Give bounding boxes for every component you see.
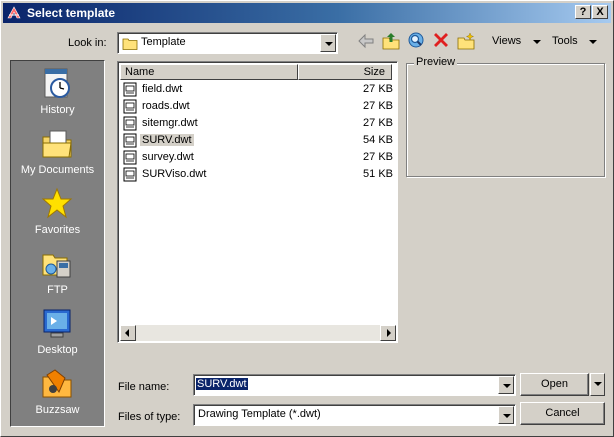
file-row-selected[interactable]: SURV.dwt 54 KB [123, 132, 393, 149]
file-row[interactable]: survey.dwt 27 KB [123, 149, 393, 166]
file-name: sitemgr.dwt [142, 117, 198, 129]
place-desktop[interactable]: Desktop [11, 301, 104, 361]
file-name-dropdown-arrow[interactable] [498, 376, 514, 394]
place-label-ftp: FTP [47, 284, 68, 296]
file-name: SURV.dwt [140, 134, 194, 146]
column-header-name[interactable]: Name [120, 64, 298, 80]
file-row[interactable]: roads.dwt 27 KB [123, 98, 393, 115]
open-button[interactable]: Open [520, 373, 589, 396]
look-in-dropdown-arrow[interactable] [320, 34, 336, 52]
buzzsaw-icon [42, 369, 72, 398]
preview-panel: Preview [406, 56, 605, 177]
views-menu[interactable]: Views [492, 35, 521, 47]
dwt-file-icon [123, 99, 137, 114]
place-label-my-documents: My Documents [20, 164, 95, 176]
ftp-icon [42, 254, 71, 278]
scroll-right-arrow-icon [387, 329, 391, 337]
file-size: 27 KB [363, 117, 393, 129]
look-in-label: Look in: [68, 37, 107, 49]
history-icon [44, 68, 70, 98]
file-size: 27 KB [363, 83, 393, 95]
back-arrow-icon[interactable] [356, 31, 376, 51]
scroll-left-arrow-icon [125, 329, 129, 337]
cancel-button[interactable]: Cancel [520, 402, 605, 425]
dwt-file-icon [123, 133, 137, 148]
file-size: 27 KB [363, 100, 393, 112]
place-favorites[interactable]: Favorites [11, 181, 104, 241]
title-bar[interactable]: Select template ? X [3, 3, 611, 23]
files-of-type-dropdown-arrow[interactable] [498, 406, 514, 424]
file-row[interactable]: SURViso.dwt 51 KB [123, 166, 393, 183]
place-label-buzzsaw: Buzzsaw [35, 404, 80, 416]
dwt-file-icon [123, 82, 137, 97]
tools-dropdown-arrow[interactable] [589, 40, 597, 44]
file-name-field[interactable]: SURV.dwt [193, 374, 516, 396]
column-header-size[interactable]: Size [298, 64, 392, 80]
place-label-history: History [40, 104, 75, 116]
place-buzzsaw[interactable]: Buzzsaw [11, 361, 104, 421]
tools-menu[interactable]: Tools [552, 35, 578, 47]
file-size: 54 KB [363, 134, 393, 146]
files-of-type-label: Files of type: [118, 411, 181, 423]
file-name: survey.dwt [142, 151, 194, 163]
place-my-documents[interactable]: My Documents [11, 121, 104, 181]
look-in-value: Template [141, 36, 186, 48]
place-history[interactable]: History [11, 61, 104, 121]
views-label: Views [492, 35, 522, 47]
up-one-level-icon[interactable] [381, 31, 401, 51]
dwt-file-icon [123, 150, 137, 165]
scroll-left-button[interactable] [120, 325, 136, 341]
place-label-desktop: Desktop [37, 344, 78, 356]
file-name-label: File name: [118, 381, 170, 393]
files-of-type-dropdown[interactable]: Drawing Template (*.dwt) [193, 404, 516, 426]
folder-icon [122, 38, 138, 50]
views-dropdown-arrow[interactable] [533, 40, 541, 44]
preview-label: Preview [414, 56, 458, 68]
window-title: Select template [27, 6, 116, 20]
files-of-type-value: Drawing Template (*.dwt) [198, 408, 321, 420]
my-documents-icon [42, 130, 72, 158]
file-name: roads.dwt [142, 100, 190, 112]
places-bar: History My Documents Favorites FTP Deskt… [10, 60, 105, 427]
place-ftp[interactable]: FTP [11, 241, 104, 301]
help-button[interactable]: ? [575, 5, 591, 19]
favorites-icon [41, 187, 73, 219]
file-name-value: SURV.dwt [196, 378, 248, 390]
file-row[interactable]: sitemgr.dwt 27 KB [123, 115, 393, 132]
file-list[interactable]: Name Size field.dwt 27 KB roads.dwt 27 K… [117, 61, 398, 343]
dwt-file-icon [123, 167, 137, 182]
place-label-favorites: Favorites [34, 224, 81, 236]
delete-icon[interactable] [431, 31, 451, 51]
select-template-dialog: Select template ? X Look in: Template Vi… [0, 0, 614, 437]
dwt-file-icon [123, 116, 137, 131]
close-button[interactable]: X [592, 5, 608, 19]
autocad-app-icon [7, 6, 21, 19]
create-new-folder-icon[interactable] [456, 31, 476, 51]
file-name: field.dwt [142, 83, 183, 95]
file-size: 27 KB [363, 151, 393, 163]
tools-label: Tools [552, 35, 578, 47]
file-name: SURViso.dwt [142, 168, 207, 180]
file-size: 51 KB [363, 168, 393, 180]
file-row[interactable]: field.dwt 27 KB [123, 81, 393, 98]
desktop-icon [43, 309, 71, 338]
open-options-arrow[interactable] [590, 373, 605, 396]
scroll-right-button[interactable] [380, 325, 396, 341]
search-web-icon[interactable] [406, 31, 426, 51]
horizontal-scrollbar[interactable] [120, 325, 396, 341]
look-in-dropdown[interactable]: Template [117, 32, 338, 54]
